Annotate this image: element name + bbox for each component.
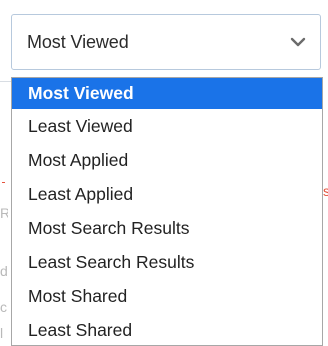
sort-option-least-applied[interactable]: Least Applied [12,177,322,211]
chevron-down-icon[interactable] [288,32,308,52]
sort-select-value: Most Viewed [27,31,129,52]
sort-option-least-search-results[interactable]: Least Search Results [12,245,322,279]
sort-select[interactable]: Most Viewed [11,14,321,70]
background-divider [0,81,11,82]
background-text-fragment: R [0,206,8,220]
background-accent-mark [2,182,5,183]
sort-option-most-shared[interactable]: Most Shared [12,279,322,313]
sort-option-most-viewed[interactable]: Most Viewed [12,78,322,109]
sort-options-list: Most Viewed Least Viewed Most Applied Le… [11,77,323,346]
sort-option-least-shared[interactable]: Least Shared [12,313,322,346]
background-text-fragment: s [323,184,328,198]
page: R d c l s Most Viewed Most Viewed Least … [0,0,328,346]
sort-option-least-viewed[interactable]: Least Viewed [12,109,322,143]
sort-option-most-search-results[interactable]: Most Search Results [12,211,322,245]
background-text-fragment: l [0,326,4,340]
sort-option-most-applied[interactable]: Most Applied [12,143,322,177]
background-text-fragment: c [0,300,7,314]
background-text-fragment: d [0,264,8,278]
